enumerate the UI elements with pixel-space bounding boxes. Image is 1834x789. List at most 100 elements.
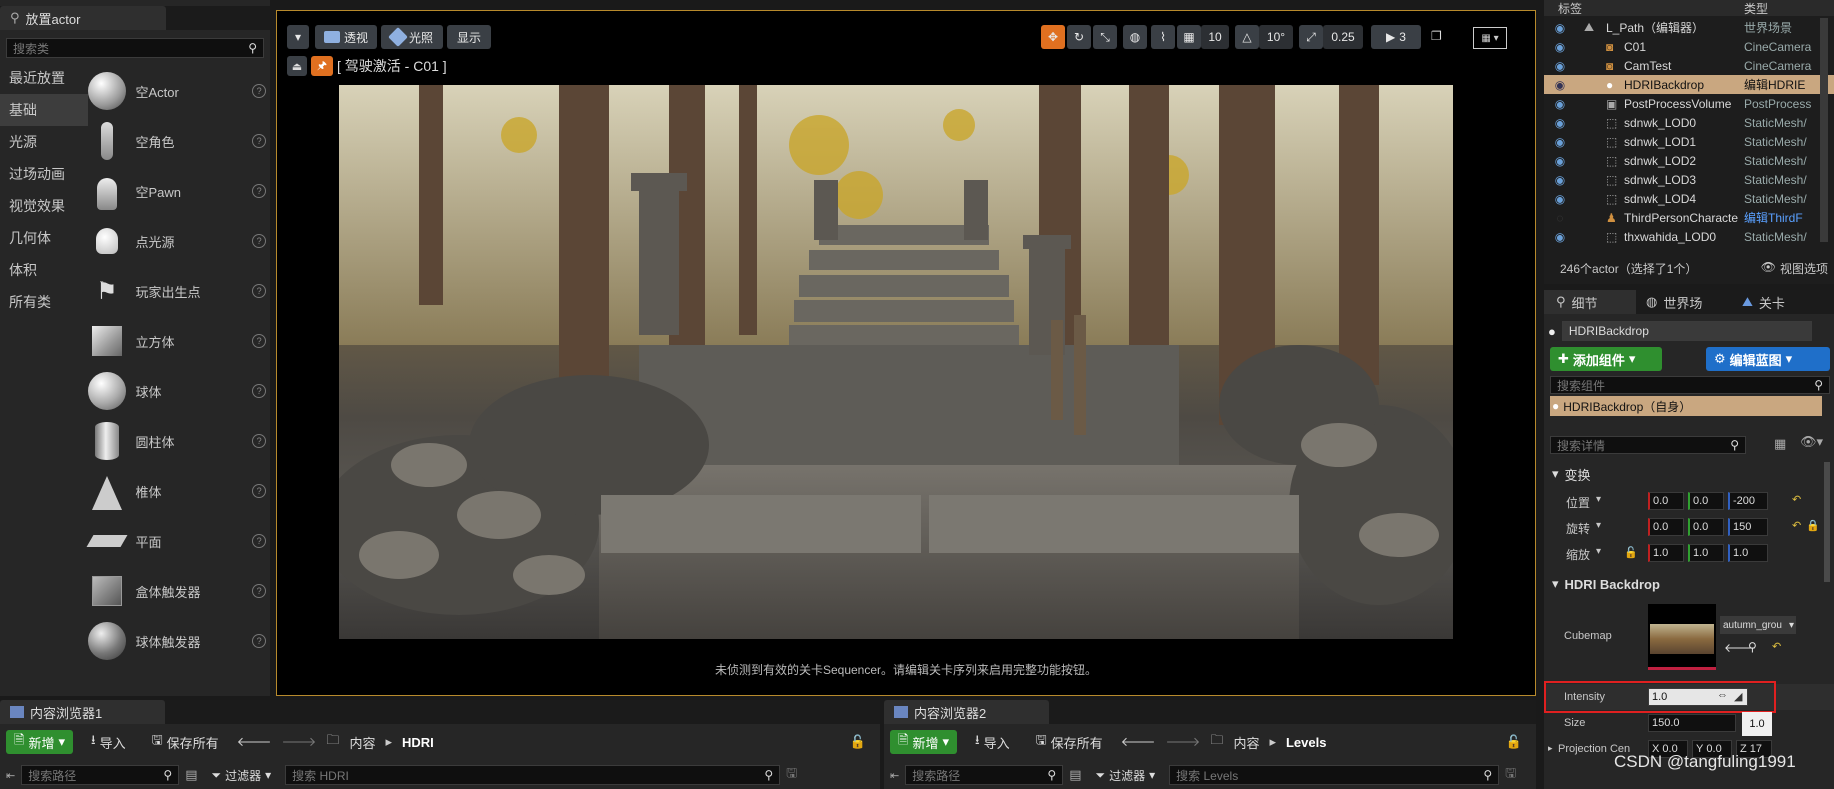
surface-snap-button[interactable]: ⌇ — [1151, 25, 1175, 49]
maximize-viewport-icon[interactable]: ❐ — [1431, 29, 1442, 43]
breadcrumb-folder[interactable]: Levels — [1286, 735, 1326, 750]
scale-y-field[interactable]: 1.0 — [1688, 544, 1724, 562]
collapse-sources-icon[interactable]: ⇤ — [890, 769, 899, 782]
rotation-snap-value[interactable]: 10° — [1259, 25, 1293, 49]
outliner-row[interactable]: ◉ ⬚ sdnwk_LOD4 StaticMesh/ — [1544, 189, 1834, 208]
help-icon[interactable]: ? — [252, 334, 266, 348]
location-z-field[interactable]: -200 — [1728, 492, 1768, 510]
breadcrumb-root[interactable]: 内容 — [349, 733, 375, 752]
save-all-button[interactable]: 🖫 保存所有 — [1028, 730, 1111, 754]
cubemap-thumbnail[interactable] — [1648, 604, 1716, 670]
path-view-icon[interactable]: ▤ — [185, 767, 197, 783]
tab-content-browser-1[interactable]: 内容浏览器1 — [0, 700, 165, 724]
save-all-button[interactable]: 🖫 保存所有 — [144, 730, 227, 754]
level-viewport[interactable]: ▾ 透视 光照 显示 ✥ ↻ ⤡ ◍ ⌇ ▦ 10 △ 10° ⤢ 0.25 ▶… — [276, 10, 1536, 696]
help-icon[interactable]: ? — [252, 484, 266, 498]
category-cinematic[interactable]: 过场动画 — [0, 158, 88, 190]
breadcrumb-root[interactable]: 内容 — [1233, 733, 1259, 752]
component-self-row[interactable]: ● HDRIBackdrop（自身） — [1550, 396, 1822, 416]
outliner-row[interactable]: ◉ ◙ CamTest CineCamera — [1544, 56, 1834, 75]
cubemap-asset-dropdown[interactable]: autumn_grou ▾ — [1720, 616, 1796, 634]
tab-place-actors[interactable]: ⚲ 放置actor — [0, 6, 166, 30]
tab-levels[interactable]: ⛰ 关卡 — [1732, 290, 1828, 314]
outliner-row[interactable]: ◉ ⬚ sdnwk_LOD0 StaticMesh/ — [1544, 113, 1834, 132]
class-search-input[interactable]: 搜索类 ⚲ — [6, 38, 264, 58]
outliner-row-type[interactable]: 编辑ThirdF — [1744, 209, 1822, 226]
visibility-icon[interactable]: ◉ — [1552, 135, 1568, 149]
transform-section-header[interactable]: ▾ 变换 — [1544, 462, 1820, 486]
reset-arrow-icon[interactable]: ↶ — [1792, 519, 1801, 532]
tab-world-settings[interactable]: ◍ 世界场 — [1636, 290, 1732, 314]
eject-button[interactable]: ⏏ — [287, 56, 307, 76]
viewport-options-button[interactable]: ▾ — [287, 25, 309, 49]
help-icon[interactable]: ? — [252, 234, 266, 248]
lit-mode-button[interactable]: 光照 — [381, 25, 443, 49]
path-view-icon[interactable]: ▤ — [1069, 767, 1081, 783]
visibility-icon[interactable]: ◉ — [1552, 116, 1568, 130]
outliner-row[interactable]: ◉ ⬚ sdnwk_LOD2 StaticMesh/ — [1544, 151, 1834, 170]
category-visual-effects[interactable]: 视觉效果 — [0, 190, 88, 222]
actor-item-empty-pawn[interactable]: 空Pawn? — [88, 166, 266, 216]
lock-icon[interactable]: 🔓 — [850, 734, 866, 750]
rotation-z-field[interactable]: 150 — [1728, 518, 1768, 536]
back-arrow-icon[interactable]: 🡐 — [1121, 734, 1156, 750]
outliner-row[interactable]: ◉ ◙ C01 CineCamera — [1544, 37, 1834, 56]
actor-item-sphere-trigger[interactable]: 球体触发器? — [88, 616, 266, 666]
rotation-x-field[interactable]: 0.0 — [1648, 518, 1684, 536]
outliner-row[interactable]: ◉ ⛰ L_Path（编辑器） 世界场景 — [1544, 18, 1834, 37]
outliner-scrollbar[interactable] — [1820, 18, 1828, 242]
scene-view[interactable] — [339, 85, 1453, 639]
help-icon[interactable]: ? — [252, 84, 266, 98]
rotation-y-field[interactable]: 0.0 — [1688, 518, 1724, 536]
actor-item-plane[interactable]: 平面? — [86, 516, 266, 566]
browse-search-icon[interactable]: ⚲ — [1748, 640, 1757, 654]
add-component-button[interactable]: ✚ 添加组件 ▾ — [1550, 347, 1662, 371]
world-local-button[interactable]: ◍ — [1123, 25, 1147, 49]
search-path-input[interactable]: 搜索路径 ⚲ — [905, 765, 1064, 785]
lock-icon[interactable]: 🔓 — [1506, 734, 1522, 750]
show-button[interactable]: 显示 — [447, 25, 491, 49]
help-icon[interactable]: ? — [252, 434, 266, 448]
expand-arrow-icon[interactable]: ▸ — [1548, 743, 1553, 754]
visibility-icon[interactable]: ◉ — [1552, 192, 1568, 206]
outliner-row[interactable]: ◉ ⬚ sdnwk_LOD3 StaticMesh/ — [1544, 170, 1834, 189]
forward-arrow-icon[interactable]: 🡒 — [1166, 734, 1201, 750]
scale-tool-button[interactable]: ⤡ — [1093, 25, 1117, 49]
perspective-button[interactable]: 透视 — [315, 25, 377, 49]
actor-item-empty-actor[interactable]: 空Actor? — [88, 66, 266, 116]
reset-arrow-icon[interactable]: ↶ — [1772, 640, 1781, 653]
visibility-icon[interactable]: ◉ — [1552, 173, 1568, 187]
breadcrumb-folder[interactable]: HDRI — [402, 735, 434, 750]
help-icon[interactable]: ? — [252, 634, 266, 648]
rotation-snap-button[interactable]: △ — [1235, 25, 1259, 49]
help-icon[interactable]: ? — [252, 134, 266, 148]
category-geometry[interactable]: 几何体 — [0, 222, 88, 254]
filter-button[interactable]: ⏷ 过滤器 ▾ — [1088, 765, 1164, 785]
actor-name-input[interactable]: HDRIBackdrop — [1561, 321, 1812, 341]
hdri-section-header[interactable]: ▾ HDRI Backdrop — [1544, 572, 1820, 596]
translate-tool-button[interactable]: ✥ — [1041, 25, 1065, 49]
size-field[interactable]: 150.0 — [1648, 714, 1736, 732]
actor-item-point-light[interactable]: 点光源? — [88, 216, 266, 266]
category-recent[interactable]: 最近放置 — [0, 62, 88, 94]
actor-item-empty-character[interactable]: 空角色? — [88, 116, 266, 166]
visibility-icon[interactable]: ◉ — [1552, 59, 1568, 73]
outliner-row[interactable]: ◉ ⬚ thxwahida_LOD0 StaticMesh/ — [1544, 227, 1834, 246]
column-label[interactable]: 标签 — [1558, 0, 1582, 17]
asset-search-input[interactable]: 搜索 HDRI ⚲ — [285, 765, 781, 785]
visibility-icon[interactable]: ◉ — [1552, 230, 1568, 244]
scale-label[interactable]: 缩放 — [1566, 546, 1590, 563]
scale-snap-button[interactable]: ⤢ — [1299, 25, 1323, 49]
category-all-classes[interactable]: 所有类 — [0, 286, 88, 318]
category-basic[interactable]: 基础 — [0, 94, 88, 126]
import-button[interactable]: ⭳ 导入 — [83, 730, 134, 754]
outliner-row[interactable]: ◉ ⬚ sdnwk_LOD1 StaticMesh/ — [1544, 132, 1834, 151]
outliner-row-selected[interactable]: ◉ ● HDRIBackdrop 编辑HDRIE — [1544, 75, 1834, 94]
rotate-tool-button[interactable]: ↻ — [1067, 25, 1091, 49]
details-scrollbar[interactable] — [1824, 462, 1830, 582]
layout-icon[interactable]: ▦ ▾ — [1473, 27, 1507, 49]
actor-item-sphere[interactable]: 球体? — [88, 366, 266, 416]
asset-search-input[interactable]: 搜索 Levels ⚲ — [1169, 765, 1500, 785]
help-icon[interactable]: ? — [252, 284, 266, 298]
save-search-icon[interactable]: 🖫 — [1505, 764, 1516, 786]
